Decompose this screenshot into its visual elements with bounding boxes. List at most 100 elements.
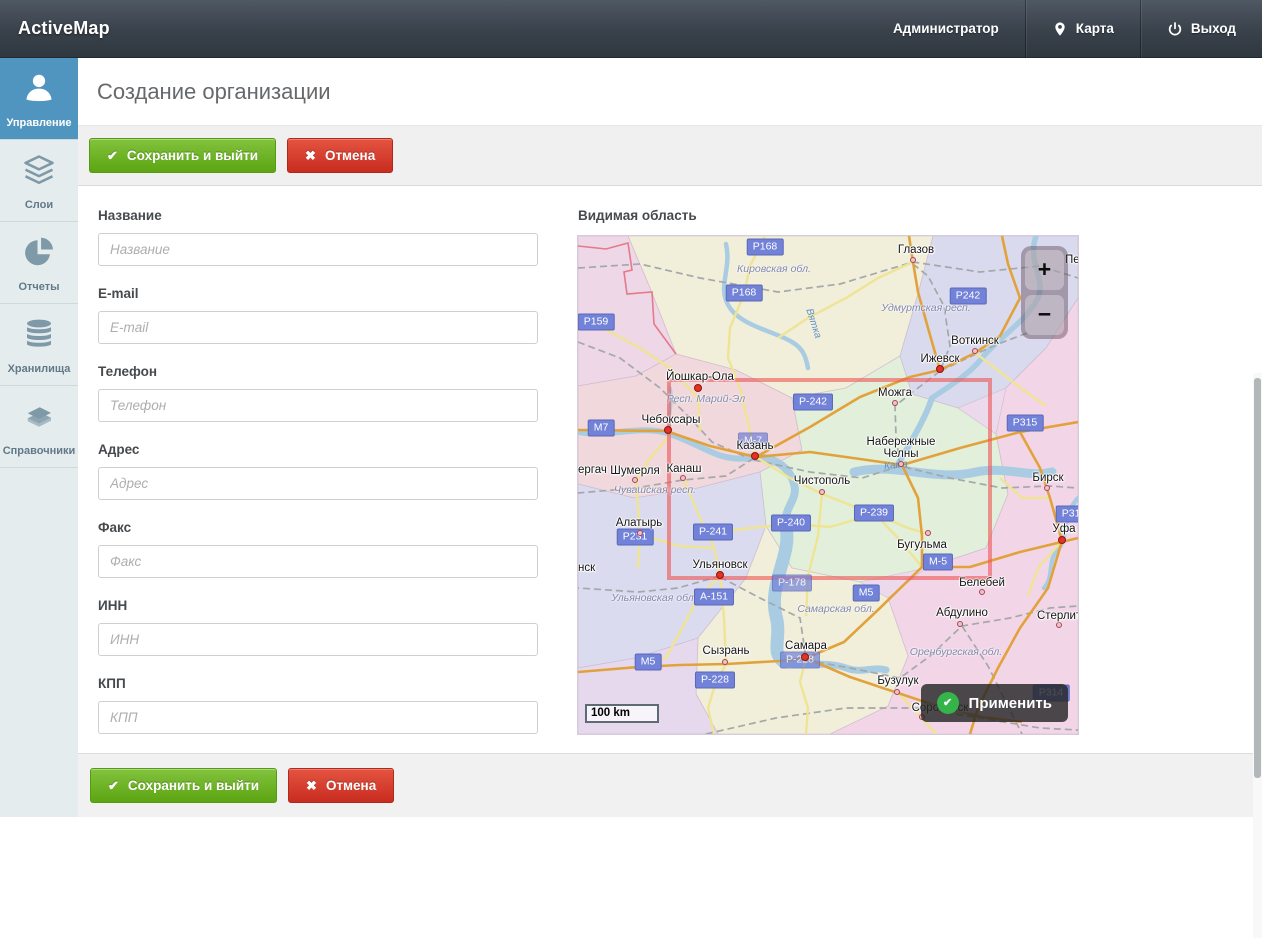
sidebar-item-directories[interactable]: Справочники [0, 386, 78, 468]
map-city-label: Уфа [1052, 523, 1075, 535]
map-road-badge: М5 [853, 585, 880, 602]
header-menu: Администратор Карта Выход [867, 0, 1262, 57]
map-city-label: Казань [737, 440, 774, 452]
map-road-badge: Р168 [726, 285, 763, 302]
sidebar-item-management[interactable]: Управление [0, 58, 78, 140]
save-button[interactable]: ✔ Сохранить и выйти [89, 138, 276, 173]
field-email: E-mail [98, 286, 538, 344]
inn-input[interactable] [98, 623, 538, 656]
map-zoom-control: + − [1021, 246, 1068, 339]
map-city-label: Глазов [898, 244, 934, 256]
app-header: ActiveMap Администратор Карта Выход [0, 0, 1262, 58]
field-phone-label: Телефон [98, 364, 538, 380]
map-city-label: Шумерля [610, 465, 659, 477]
map-city-label: Ижевск [920, 353, 959, 365]
map-city-dot [892, 400, 898, 406]
sidebar-item-layers[interactable]: Слои [0, 140, 78, 222]
map-road-badge: Р-178 [772, 575, 812, 592]
map-city-dot [1058, 536, 1066, 544]
check-circle-icon: ✔ [937, 692, 959, 714]
zoom-out-button[interactable]: − [1025, 295, 1064, 335]
field-email-label: E-mail [98, 286, 538, 302]
map-road-badge: Р231 [617, 529, 654, 546]
field-address-label: Адрес [98, 442, 538, 458]
apply-button-label: Применить [969, 695, 1052, 712]
scrollbar-thumb[interactable] [1254, 378, 1261, 778]
map-city-dot [1056, 622, 1062, 628]
name-input[interactable] [98, 233, 538, 266]
map-city-dot [664, 426, 672, 434]
save-button-label: Сохранить и выйти [127, 148, 258, 163]
map-city-dot [637, 530, 643, 536]
map-city-label: нск [578, 562, 595, 574]
map-region-label: Кировская обл. [737, 263, 811, 275]
map-city-label: Сызрань [703, 645, 750, 657]
map-city-label: Можга [878, 387, 912, 399]
map-road-badge: Р315 [1007, 415, 1044, 432]
top-toolbar: ✔ Сохранить и выйти ✖ Отмена [78, 126, 1262, 186]
map-road-badge: М-5 [923, 554, 953, 571]
map-city-label: Набережные Челны [858, 436, 944, 460]
logout-button[interactable]: Выход [1141, 0, 1262, 57]
map-scale-bar: 100 km [585, 704, 659, 723]
map-road-badge: Р315 [1056, 506, 1078, 523]
map-city-label: Стерлита [1037, 610, 1078, 622]
field-kpp: КПП [98, 676, 538, 734]
current-user-button[interactable]: Администратор [867, 0, 1025, 57]
map-city-dot [819, 489, 825, 495]
books-icon [21, 398, 57, 434]
scrollbar-track[interactable] [1253, 373, 1262, 938]
map-canvas[interactable]: Кировская обл. Удмуртская респ. Респ. Ма… [578, 236, 1078, 734]
map-city-label: Белебей [959, 577, 1005, 589]
map-city-dot [1044, 485, 1050, 491]
map-city-label: ергач [578, 464, 607, 476]
kpp-input[interactable] [98, 701, 538, 734]
map-city-label: Бирск [1032, 472, 1063, 484]
map-region-label: Респ. Марий-Эл [667, 393, 745, 405]
logout-label: Выход [1191, 21, 1236, 36]
field-name: Название [98, 208, 538, 266]
map-city-dot [910, 257, 916, 263]
address-input[interactable] [98, 467, 538, 500]
power-icon [1167, 21, 1183, 37]
map-city-label: Бугульма [897, 539, 947, 551]
field-address: Адрес [98, 442, 538, 500]
map-city-label: Бузулук [877, 675, 918, 687]
organization-form: Название E-mail Телефон Адрес Факс ИНН К… [98, 208, 538, 754]
map-road-badge: Р-240 [771, 515, 811, 532]
sidebar-item-reports[interactable]: Отчеты [0, 222, 78, 304]
map-city-dot [898, 461, 904, 467]
map-road-badge: Р-239 [854, 505, 894, 522]
map-city-dot [894, 689, 900, 695]
fax-input[interactable] [98, 545, 538, 578]
map-city-dot [972, 348, 978, 354]
x-icon: ✖ [306, 779, 317, 792]
pie-chart-icon [21, 234, 57, 270]
field-name-label: Название [98, 208, 538, 224]
cancel-button[interactable]: ✖ Отмена [287, 138, 393, 173]
zoom-in-button[interactable]: + [1025, 250, 1064, 290]
cancel-button-label: Отмена [326, 778, 376, 793]
phone-input[interactable] [98, 389, 538, 422]
save-button-bottom[interactable]: ✔ Сохранить и выйти [90, 768, 277, 803]
visible-area-section: Видимая область [578, 208, 1078, 734]
form-content: Название E-mail Телефон Адрес Факс ИНН К… [78, 186, 1262, 753]
apply-button[interactable]: ✔ Применить [921, 684, 1068, 722]
map-link[interactable]: Карта [1026, 0, 1140, 57]
map-road-badge: М5 [635, 654, 662, 671]
page-title: Создание организации [97, 79, 331, 105]
check-icon: ✔ [108, 779, 119, 792]
email-input[interactable] [98, 311, 538, 344]
map-region-label: Ульяновская обл. [611, 592, 696, 604]
layers-icon [21, 152, 57, 188]
map-road-badge: Р159 [578, 314, 614, 331]
sidebar-item-storage[interactable]: Хранилища [0, 304, 78, 386]
map-road-badge: Р242 [950, 288, 987, 305]
map-city-dot [722, 659, 728, 665]
page-title-bar: Создание организации [78, 58, 1262, 126]
map-city-label: Воткинск [951, 335, 999, 347]
visible-area-title: Видимая область [578, 208, 1078, 224]
map-city-dot [979, 589, 985, 595]
sidebar-item-label: Хранилища [2, 363, 76, 375]
cancel-button-bottom[interactable]: ✖ Отмена [288, 768, 394, 803]
